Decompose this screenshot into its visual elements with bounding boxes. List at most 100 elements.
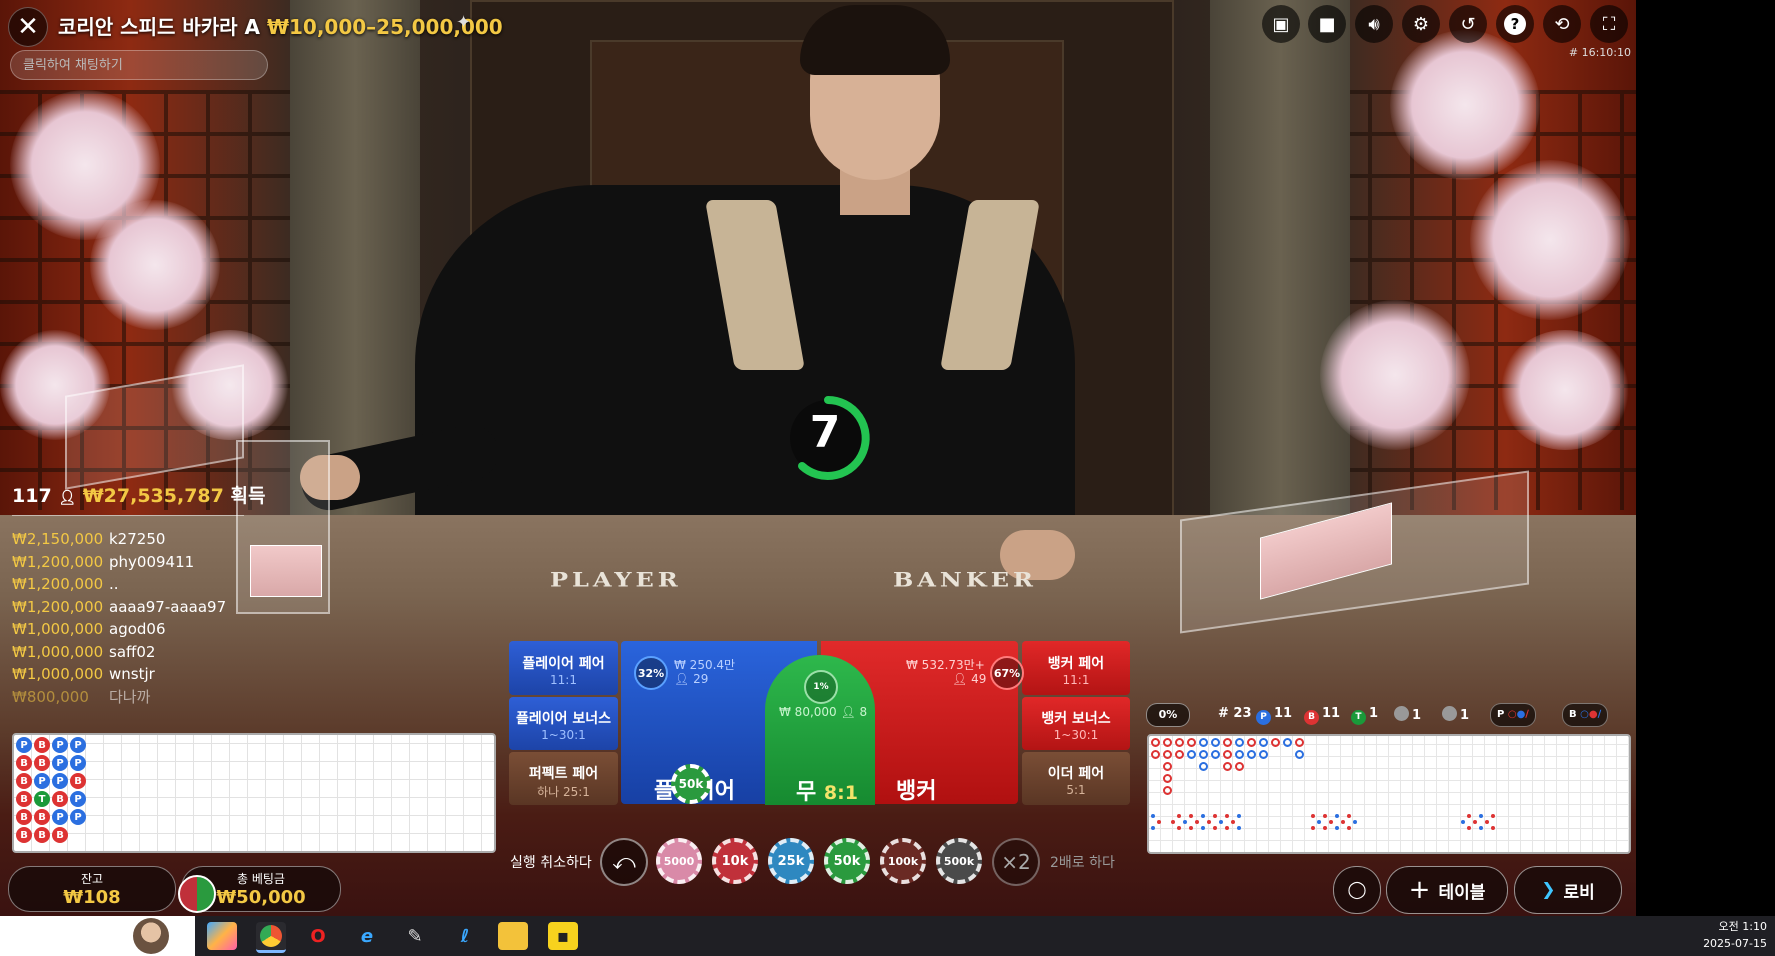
chat-input[interactable] [10, 50, 268, 80]
banker-pair-count: 1 [1442, 706, 1469, 723]
player-percent: 32% [634, 656, 668, 690]
road-mark-P [1211, 738, 1220, 747]
winner-row: ₩1,000,000 agod06 [12, 620, 166, 638]
history-button[interactable]: ↺ [1449, 5, 1487, 43]
road-percent: 0% [1146, 703, 1190, 727]
settings-button[interactable]: ⚙ [1402, 5, 1440, 43]
bead-P: P [70, 755, 86, 771]
player-pair-count: 1 [1394, 706, 1421, 723]
winners-count: 117 [12, 485, 52, 507]
chip-5000[interactable]: 5000 [656, 838, 702, 884]
derived-road-mark [1347, 814, 1351, 818]
road-mark-P [1187, 750, 1196, 759]
road-mark-P [1199, 738, 1208, 747]
perfect-pair-bet[interactable]: 퍼펙트 페어 하나 25:1 [509, 752, 618, 805]
card-stack [250, 545, 322, 597]
derived-road-mark [1213, 814, 1217, 818]
winner-row: ₩1,000,000 wnstjr [12, 665, 155, 683]
derived-road-mark [1311, 826, 1315, 830]
add-table-button[interactable]: + 테이블 [1386, 866, 1508, 914]
chip-50k[interactable]: 50k [824, 838, 870, 884]
derived-road-mark [1219, 820, 1223, 824]
chat-icon: ▣ [1272, 13, 1290, 35]
undo-icon: ⤺ [612, 849, 636, 875]
banker-pair-bet[interactable]: 뱅커 페어 11:1 [1022, 641, 1130, 695]
chip-10k[interactable]: 10k [712, 838, 758, 884]
bead-P: P [52, 809, 68, 825]
video-button[interactable]: ■ [1308, 5, 1346, 43]
derived-road-mark [1461, 820, 1465, 824]
bead-B: B [34, 809, 50, 825]
derived-road-mark [1183, 820, 1187, 824]
bead-road[interactable]: PBBBBBBBPTBBPPPBPBPPBPP [12, 733, 496, 853]
copilot-app-icon[interactable] [207, 922, 237, 950]
video-icon: ■ [1318, 13, 1336, 35]
player-pair-bet[interactable]: 플레이어 페어 11:1 [509, 641, 618, 695]
lobby-button[interactable]: ❯ 로비 [1514, 866, 1622, 914]
volume-button[interactable]: 🔊︎ [1355, 5, 1393, 43]
road-mark-P [1235, 738, 1244, 747]
player-predict-button[interactable]: P ○●∕ [1490, 703, 1536, 727]
bead-B: B [52, 791, 68, 807]
banker-stake: ₩ 532.73만+ [906, 658, 985, 672]
derived-road-mark [1467, 814, 1471, 818]
derived-road-mark [1467, 826, 1471, 830]
opera-app-icon[interactable]: O [303, 922, 333, 950]
balance-panel: 잔고 ₩108 [8, 866, 176, 912]
table-title: 코리안 스피드 바카라 A ₩10,000–25,000,000 [58, 15, 503, 39]
volume-icon: 🔊︎ [1368, 13, 1380, 35]
banker-bonus-bet[interactable]: 뱅커 보너스 1~30:1 [1022, 697, 1130, 750]
chat-button[interactable]: ▣ [1262, 5, 1300, 43]
derived-road-mark [1177, 814, 1181, 818]
placed-chip[interactable]: 50k [671, 764, 711, 804]
help-button[interactable]: ? [1496, 5, 1534, 43]
road-mark-B [1223, 750, 1232, 759]
pin-icon[interactable]: ✦ [456, 12, 471, 33]
chip-500k[interactable]: 500k [936, 838, 982, 884]
edge-legacy-app-icon[interactable]: e [352, 922, 382, 950]
fullscreen-button[interactable]: ⛶ [1590, 5, 1628, 43]
chat-bubble-icon: ◯ [1347, 880, 1367, 900]
big-road[interactable] [1147, 734, 1631, 854]
derived-road-mark [1479, 826, 1483, 830]
countdown-value: 7 [809, 407, 841, 458]
file-explorer-icon[interactable] [498, 922, 528, 950]
bead-P: P [70, 737, 86, 753]
chrome-app-icon[interactable] [256, 922, 286, 953]
winners-total: ₩27,535,787 [82, 485, 224, 507]
banker-bettors: 👤︎ 49 [952, 672, 987, 686]
derived-road-mark [1335, 814, 1339, 818]
derived-road-mark [1157, 820, 1161, 824]
road-mark-B [1175, 738, 1184, 747]
undo-button[interactable]: ⤺ [600, 838, 648, 886]
derived-road-mark [1151, 826, 1155, 830]
player-bonus-bet[interactable]: 플레이어 보너스 1~30:1 [509, 697, 618, 750]
app-icon[interactable]: ℓ [450, 922, 480, 950]
road-mark-P [1295, 750, 1304, 759]
derived-road-mark [1231, 820, 1235, 824]
banker-predict-button[interactable]: B ○●∕ [1562, 703, 1609, 727]
game-switch-button[interactable]: ⟲ [1543, 5, 1581, 43]
derived-road-mark [1473, 820, 1477, 824]
derived-road-mark [1479, 814, 1483, 818]
road-statistics: 0% # 23 P 11 B 11 T1 1 1 P ○●∕ B ○●∕ [1146, 703, 1626, 727]
derived-road-mark [1225, 826, 1229, 830]
banker-wins: B 11 [1304, 706, 1340, 725]
chip-100k[interactable]: 100k [880, 838, 926, 884]
winner-row: ₩1,000,000 saff02 [12, 642, 156, 661]
derived-road-mark [1195, 820, 1199, 824]
close-button[interactable]: ✕ [8, 7, 48, 47]
derived-road-mark [1213, 826, 1217, 830]
winner-row: ₩1,200,000 phy009411 [12, 552, 195, 571]
double-button[interactable]: ×2 [992, 838, 1040, 886]
either-pair-bet[interactable]: 이더 페어 5:1 [1022, 752, 1130, 805]
player-bettors: 👤︎ 29 [674, 672, 709, 686]
road-mark-B [1175, 750, 1184, 759]
paint-app-icon[interactable]: ✎ [400, 922, 430, 950]
chip-25k[interactable]: 25k [768, 838, 814, 884]
banker-bet-label: 뱅커 [896, 779, 937, 804]
felt-player-label: PLAYER [550, 567, 682, 592]
chat-toggle-button[interactable]: ◯ [1333, 866, 1381, 914]
bead-T: T [34, 791, 50, 807]
sticky-notes-icon[interactable]: ▪ [548, 922, 578, 950]
